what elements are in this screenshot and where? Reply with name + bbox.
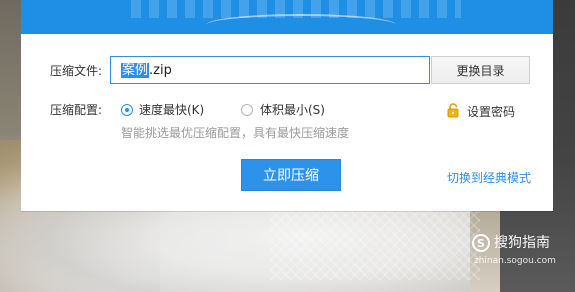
file-name-value: 案例.zip [121,63,172,78]
file-name-selected: 案例 [121,63,150,78]
set-password-link[interactable]: 设置密码 [467,103,515,120]
watermark-subtitle: zhinan.sogou.com [474,256,556,266]
lock-icon[interactable] [446,102,460,118]
screen: 压缩文件: 案例.zip 更换目录 压缩配置: 速度最快(K) 体积最小(S) … [0,0,575,292]
option-fastest-label[interactable]: 速度最快(K) [139,103,204,117]
config-label: 压缩配置: [50,103,103,117]
config-hint: 智能挑选最优压缩配置，具有最快压缩速度 [121,126,350,140]
change-directory-button[interactable]: 更换目录 [431,56,530,84]
option-fastest-radio[interactable] [121,104,133,116]
switch-classic-mode-link[interactable]: 切换到经典模式 [447,169,531,186]
file-label: 压缩文件: [50,64,103,78]
header-arc [206,14,396,36]
sogou-badge-icon: S [472,234,490,252]
compress-now-button[interactable]: 立即压缩 [241,159,341,191]
option-smallest-radio[interactable] [241,104,253,116]
file-name-extension: .zip [149,63,172,78]
watermark-title: 搜狗指南 [494,235,550,251]
dialog-header [21,0,553,34]
sogou-watermark: S 搜狗指南 zhinan.sogou.com [472,234,572,274]
compress-dialog: 压缩文件: 案例.zip 更换目录 压缩配置: 速度最快(K) 体积最小(S) … [21,0,553,211]
file-name-input[interactable]: 案例.zip [110,56,430,84]
option-smallest-label[interactable]: 体积最小(S) [260,103,325,117]
